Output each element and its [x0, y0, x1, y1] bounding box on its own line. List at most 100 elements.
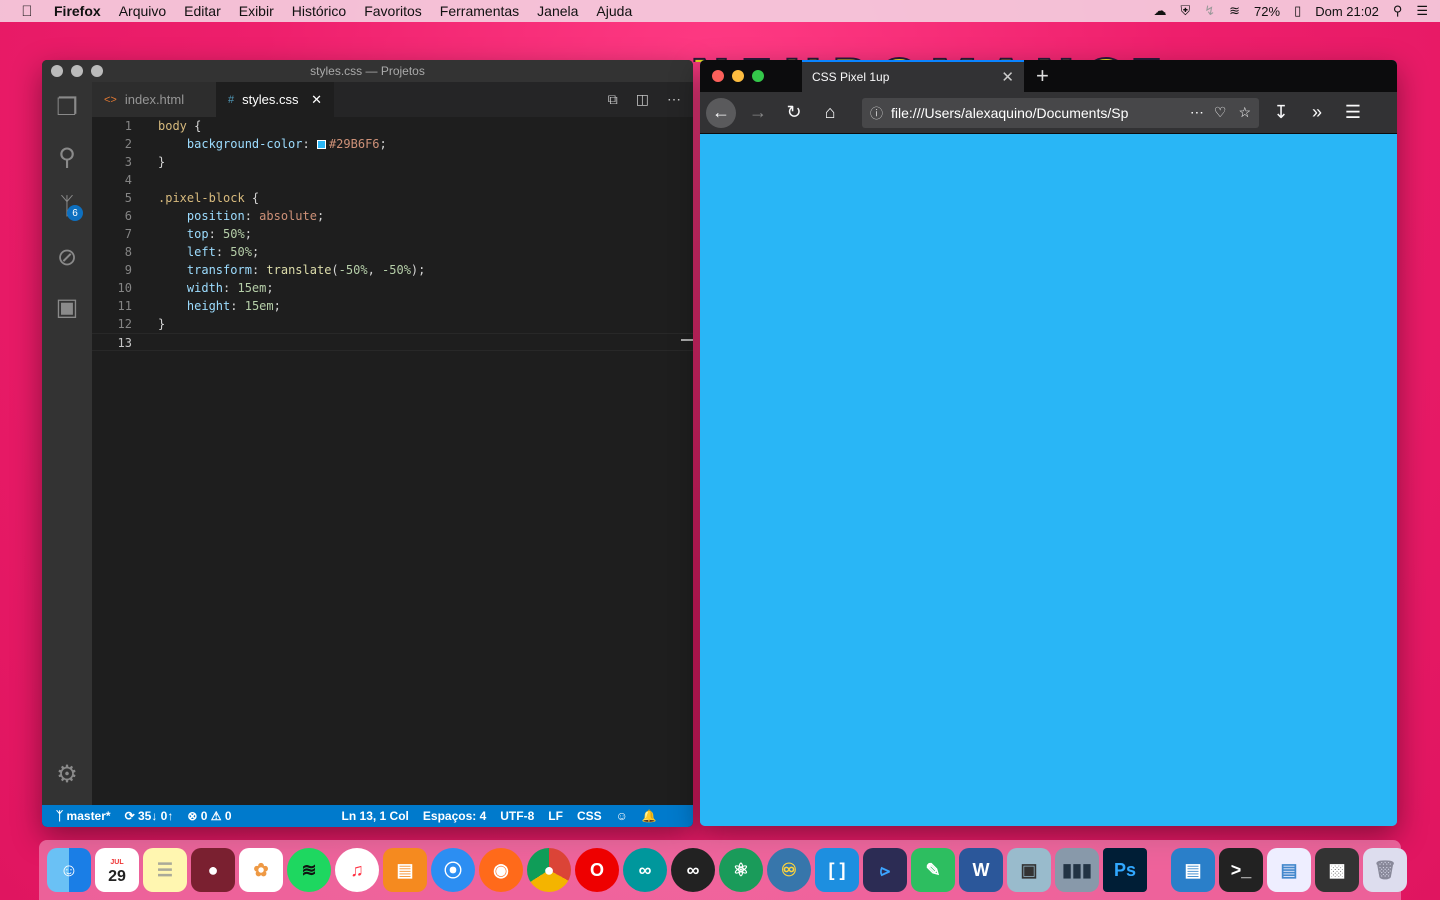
close-window-button[interactable] — [712, 70, 724, 82]
safari-icon[interactable]: ⦿ — [431, 848, 475, 892]
menu-arquivo[interactable]: Arquivo — [119, 3, 166, 19]
cursor-position[interactable]: Ln 13, 1 Col — [342, 809, 409, 823]
language-mode[interactable]: CSS — [577, 809, 602, 823]
reload-icon[interactable]: ↻ — [780, 99, 808, 127]
code-value: 50% — [223, 227, 245, 241]
hamburger-menu-icon[interactable]: ☰ — [1339, 99, 1367, 127]
menu-janela[interactable]: Janela — [537, 3, 578, 19]
site-info-icon[interactable]: ⓘ — [870, 103, 883, 122]
extensions-icon[interactable]: ▣ — [42, 282, 92, 332]
menu-ajuda[interactable]: Ajuda — [596, 3, 632, 19]
gear-icon[interactable]: ⚙ — [42, 749, 92, 799]
home-icon[interactable]: ⌂ — [816, 99, 844, 127]
shield-icon[interactable]: ⛨ — [1180, 3, 1190, 19]
notification-center-icon[interactable]: ☰ — [1416, 3, 1428, 19]
chrome-icon[interactable]: ● — [527, 848, 571, 892]
close-tab-icon[interactable]: ✕ — [1001, 68, 1014, 86]
photoshop-icon[interactable]: Ps — [1103, 848, 1147, 892]
opera-icon[interactable]: O — [575, 848, 619, 892]
evernote-icon[interactable]: ✎ — [911, 848, 955, 892]
wallpaper-art: NEUROMANCER — [260, 22, 1160, 62]
problems-status[interactable]: ⊗ 0 ⚠ 0 — [187, 809, 231, 823]
minimize-window-button[interactable] — [732, 70, 744, 82]
downloads-icon[interactable]: ↧ — [1267, 99, 1295, 127]
calendar-icon[interactable]: JUL 29 — [95, 848, 139, 892]
notes-icon[interactable]: ☰ — [143, 848, 187, 892]
python-icon[interactable]: ♾ — [767, 848, 811, 892]
new-tab-icon[interactable]: + — [1036, 63, 1049, 89]
pocket-icon[interactable]: ♡ — [1214, 104, 1227, 121]
columns-icon[interactable]: ▮▮▮ — [1055, 848, 1099, 892]
source-control-icon[interactable]: ᛉ6 — [42, 182, 92, 232]
bluetooth-icon[interactable]: ↯ — [1204, 3, 1215, 19]
itunes-icon[interactable]: ♫ — [335, 848, 379, 892]
cloud-upload-icon[interactable]: ☁ — [1153, 3, 1166, 19]
vscode-titlebar[interactable]: styles.css — Projetos — [42, 60, 693, 82]
vscode-icon[interactable]: ⪧ — [863, 848, 907, 892]
url-text[interactable]: file:///Users/alexaquino/Documents/Sp — [891, 105, 1184, 121]
battery-icon[interactable]: ▯ — [1294, 3, 1301, 19]
back-arrow-icon[interactable]: ← — [706, 97, 736, 128]
menu-exibir[interactable]: Exibir — [239, 3, 274, 19]
split-editor-icon[interactable]: ◫ — [636, 91, 649, 108]
menu-historico[interactable]: Histórico — [292, 3, 346, 19]
menu-editar[interactable]: Editar — [184, 3, 221, 19]
feedback-icon[interactable]: ☺ — [616, 809, 628, 823]
wifi-icon[interactable]: ≋ — [1229, 3, 1240, 19]
menu-ferramentas[interactable]: Ferramentas — [440, 3, 519, 19]
encoding[interactable]: UTF-8 — [500, 809, 534, 823]
apple-menu-icon[interactable]:  — [0, 3, 54, 20]
tab-styles-css[interactable]: # styles.css ✕ — [216, 82, 334, 117]
browser-tab[interactable]: CSS Pixel 1up ✕ — [802, 60, 1024, 92]
close-tab-icon[interactable]: ✕ — [311, 92, 322, 108]
battery-percent[interactable]: 72% — [1254, 4, 1280, 19]
firefox-icon[interactable]: ◉ — [479, 848, 523, 892]
clock[interactable]: Dom 21:02 — [1315, 4, 1379, 19]
open-changes-icon[interactable]: ⧉ — [608, 91, 618, 108]
more-actions-icon[interactable]: ⋯ — [667, 91, 681, 108]
menu-favoritos[interactable]: Favoritos — [364, 3, 422, 19]
bell-icon[interactable]: 🔔 — [642, 809, 657, 823]
preview-icon[interactable]: ▣ — [1007, 848, 1051, 892]
terminal-icon[interactable]: >_ — [1219, 848, 1263, 892]
arduino-icon[interactable]: ∞ — [623, 848, 667, 892]
debug-icon[interactable]: ⊘ — [42, 232, 92, 282]
trash-icon[interactable]: 🗑 — [1363, 848, 1407, 892]
photos-icon[interactable]: ✿ — [239, 848, 283, 892]
sync-label: 35↓ 0↑ — [137, 809, 174, 823]
explorer-icon[interactable]: ❐ — [42, 82, 92, 132]
vscode-window: styles.css — Projetos ❐ ⚲ ᛉ6 ⊘ ▣ ⚙ <> in… — [42, 60, 693, 827]
code-selector: body — [158, 119, 187, 133]
folder-icon[interactable]: ▤ — [1171, 848, 1215, 892]
overflow-chevron-icon[interactable]: » — [1303, 99, 1331, 127]
sync-icon: ⟳ — [124, 809, 138, 823]
zoom-window-button[interactable] — [752, 70, 764, 82]
page-content[interactable] — [700, 134, 1397, 826]
page-actions-icon[interactable]: ⋯ — [1190, 104, 1204, 121]
bookmark-star-icon[interactable]: ☆ — [1238, 104, 1251, 121]
brackets-icon[interactable]: [ ] — [815, 848, 859, 892]
end-of-line[interactable]: LF — [548, 809, 563, 823]
scrollbar-marker[interactable] — [681, 339, 693, 341]
screenshot-icon[interactable]: ▩ — [1315, 848, 1359, 892]
menu-app-name[interactable]: Firefox — [54, 3, 101, 19]
joystick-icon[interactable]: ● — [191, 848, 235, 892]
color-swatch[interactable] — [316, 140, 326, 149]
atom-icon[interactable]: ⚛ — [719, 848, 763, 892]
spotify-icon[interactable]: ≋ — [287, 848, 331, 892]
ibooks-icon[interactable]: ▤ — [383, 848, 427, 892]
indentation[interactable]: Espaços: 4 — [423, 809, 486, 823]
git-branch[interactable]: ᛉ master* — [56, 809, 111, 823]
code-property: left — [186, 245, 216, 259]
word-icon[interactable]: W — [959, 848, 1003, 892]
tab-index-html[interactable]: <> index.html — [92, 82, 216, 117]
arduino-ide-icon[interactable]: ∞ — [671, 848, 715, 892]
finder-icon[interactable]: ☺ — [47, 848, 91, 892]
address-bar[interactable]: ⓘ file:///Users/alexaquino/Documents/Sp … — [862, 97, 1259, 128]
forward-arrow-icon[interactable]: → — [744, 99, 772, 127]
sync-status[interactable]: ⟳ 35↓ 0↑ — [125, 809, 174, 823]
search-icon[interactable]: ⚲ — [42, 132, 92, 182]
code-editor[interactable]: 1 body { 2 background-color: #29B6F6; 3} … — [92, 117, 693, 805]
window-icon[interactable]: ▤ — [1267, 848, 1311, 892]
spotlight-search-icon[interactable]: ⚲ — [1393, 3, 1403, 19]
